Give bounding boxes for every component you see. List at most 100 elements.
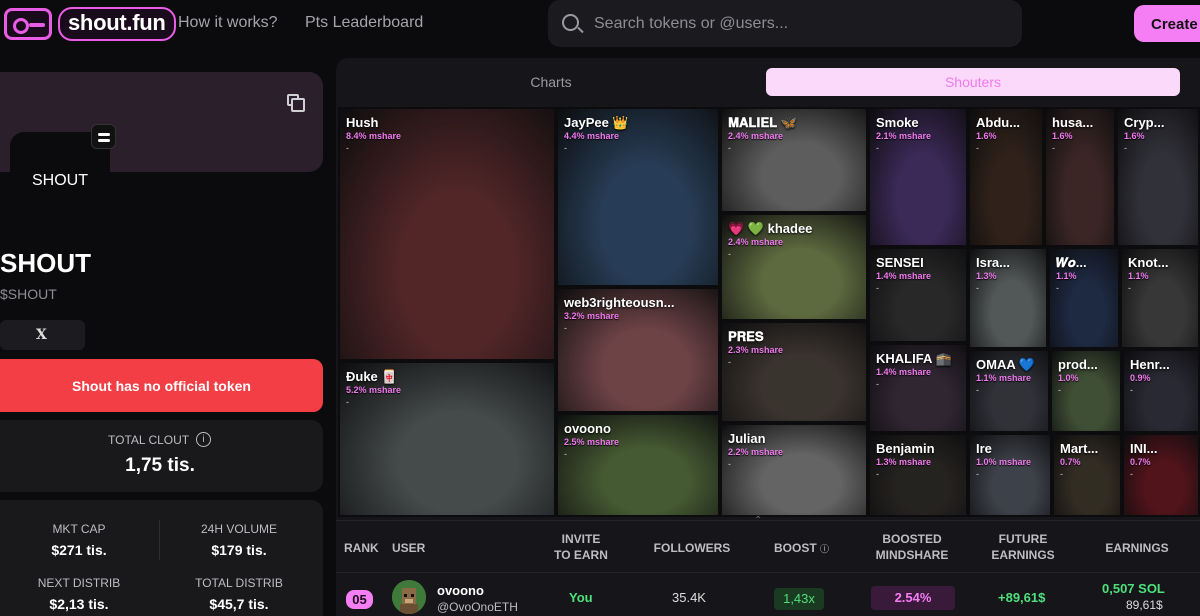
stat-value: $271 tis. [51, 542, 107, 558]
shouter-name: 𝑾𝒐... [1056, 255, 1087, 270]
shouter-subtext: - [976, 469, 979, 479]
shouter-tile[interactable]: Hush 8.4% mshare - [338, 107, 556, 361]
shouter-tile[interactable]: OMAA 💙 1.1% mshare - [968, 349, 1050, 433]
shouter-name: web3righteousn... [564, 295, 675, 310]
shout-badge-icon [91, 124, 116, 149]
shouter-mindshare: 1.4% mshare [876, 367, 932, 377]
stat-divider [159, 520, 160, 560]
shouter-tile[interactable]: Isra... 1.3% - [968, 247, 1048, 349]
token-name: SHOUT [0, 248, 91, 278]
shouter-tile[interactable]: SENSEI 1.4% mshare - [868, 247, 968, 343]
create-button[interactable]: Create C [1134, 5, 1200, 42]
shouter-subtext: - [1056, 283, 1059, 293]
shouter-name: Đuke 🀄 [346, 369, 398, 384]
shouter-subtext: - [564, 449, 567, 459]
shouter-tile[interactable]: Smoke 2.1% mshare - [868, 107, 968, 247]
col-user: USER [392, 541, 426, 555]
shouter-tile[interactable]: 💗 💚 khadee 2.4% mshare - [720, 213, 868, 321]
nav-how-it-works[interactable]: How it works? [178, 14, 278, 32]
stat-label: MKT CAP [52, 522, 106, 536]
avatar[interactable] [392, 580, 426, 614]
rank-badge: 05 [346, 590, 373, 609]
shouter-name: 𝐏𝐑𝐄𝐒 [728, 329, 764, 344]
shouter-subtext: - [728, 357, 731, 367]
search-icon [562, 14, 579, 31]
shouter-mindshare: 2.2% mshare [728, 447, 784, 457]
shouter-tile[interactable]: Đuke 🀄 5.2% mshare - [338, 361, 556, 517]
info-icon[interactable]: i [196, 432, 211, 447]
shouter-name: KHALIFA 🕋 [876, 351, 952, 366]
shouter-mindshare: 0.7% [1130, 457, 1151, 467]
shouter-mindshare: 1.6% [1124, 131, 1145, 141]
stat-label: 24H VOLUME [200, 522, 278, 536]
shouter-tile[interactable]: 𝑾𝒐... 1.1% - [1048, 247, 1120, 349]
shouter-name: Knot... [1128, 255, 1169, 270]
col-future-earnings: FUTURE EARNINGS [986, 531, 1060, 563]
shouter-subtext: - [876, 283, 879, 293]
row-user-name[interactable]: ovoono [437, 583, 484, 598]
row-user-handle[interactable]: @OvoOnoETH [437, 600, 518, 614]
shouter-tile[interactable]: 𝐏𝐑𝐄𝐒 2.3% mshare - [720, 321, 868, 423]
avatar-label: SHOUT [32, 172, 88, 189]
shouter-mindshare: 0.9% [1130, 373, 1151, 383]
shouter-mindshare: 1.3% mshare [876, 457, 932, 467]
col-boosted-line2: MINDSHARE [875, 548, 949, 562]
copy-icon[interactable] [287, 94, 305, 112]
shouter-tile[interactable]: Ire 1.0% mshare - [968, 433, 1052, 517]
shouter-subtext: - [976, 283, 979, 293]
shouter-tile[interactable]: Henr... 0.9% - [1122, 349, 1200, 433]
col-future-line1: FUTURE [998, 532, 1048, 546]
shouter-subtext: - [1130, 469, 1133, 479]
shouter-mindshare: 2.3% mshare [728, 345, 784, 355]
shouter-name: husa... [1052, 115, 1094, 130]
shouter-mindshare: 1.3% [976, 271, 997, 281]
shouter-tile[interactable]: JayPee 👑 4.4% mshare - [556, 107, 720, 287]
shouter-mindshare: 1.0% mshare [976, 457, 1032, 467]
col-rank: RANK [344, 541, 379, 555]
shouter-tile[interactable]: web3righteousn... 3.2% mshare - [556, 287, 720, 413]
no-official-token-notice[interactable]: Shout has no official token [0, 359, 323, 412]
shouter-tile[interactable]: INI... 0.7% - [1122, 433, 1200, 517]
shouter-subtext: - [976, 143, 979, 153]
shouter-subtext: - [728, 249, 731, 259]
shouter-mindshare: 2.1% mshare [876, 131, 932, 141]
shouter-tile[interactable]: Abdu... 1.6% - [968, 107, 1044, 247]
shouter-tile[interactable]: Benjamin 1.3% mshare - [868, 433, 968, 517]
shouter-tile[interactable]: Cryp... 1.6% - [1116, 107, 1200, 247]
shouter-name: JayPee 👑 [564, 115, 629, 130]
shouter-tile[interactable]: ovoono 2.5% mshare - [556, 413, 720, 517]
shouter-subtext: - [1130, 385, 1133, 395]
shouter-tile[interactable]: Knot... 1.1% - [1120, 247, 1200, 349]
shouter-subtext: - [564, 143, 567, 153]
shouter-subtext: - [1058, 385, 1061, 395]
nav-pts-leaderboard[interactable]: Pts Leaderboard [305, 14, 423, 32]
shouter-mindshare: 8.4% mshare [346, 131, 402, 141]
row-earnings-usd: 89,61$ [1126, 598, 1163, 612]
stat-value: $45,7 tis. [209, 596, 269, 612]
shouter-mindshare: 1.1% mshare [976, 373, 1032, 383]
shouter-tile[interactable]: KHALIFA 🕋 1.4% mshare - [868, 343, 968, 433]
row-future-earnings: +89,61$ [998, 590, 1046, 605]
shouter-tile[interactable]: Mart... 0.7% - [1052, 433, 1122, 517]
tab-shouters[interactable]: Shouters [766, 68, 1180, 96]
shouter-tile[interactable]: prod... 1.0% - [1050, 349, 1122, 433]
shouter-subtext: - [1124, 143, 1127, 153]
x-link-button[interactable]: X [0, 320, 85, 350]
shouter-tile[interactable]: husa... 1.6% - [1044, 107, 1116, 247]
shouter-mindshare: 1.0% [1058, 373, 1079, 383]
shouter-name: OMAA 💙 [976, 357, 1036, 372]
row-invite[interactable]: You [569, 590, 593, 605]
table-row[interactable]: 05 ovoono @OvoOnoETH You 35.4K 1,43x 2.5… [336, 572, 1200, 616]
brand-logo[interactable]: shout.fun [4, 7, 176, 41]
tab-charts[interactable]: Charts [336, 68, 766, 96]
shouter-mindshare: 1.6% [976, 131, 997, 141]
shouter-name: Henr... [1130, 357, 1170, 372]
shouter-tile[interactable]: Julian 2.2% mshare - [720, 423, 868, 517]
search-box[interactable] [548, 0, 1022, 47]
search-input[interactable] [594, 0, 1014, 47]
stat-mkt-cap: MKT CAP $271 tis. [0, 522, 158, 558]
row-boost: 1,43x [774, 588, 824, 610]
col-followers: FOLLOWERS [653, 541, 731, 555]
info-icon[interactable]: ⓘ [820, 544, 829, 554]
shouter-tile[interactable]: 𝐌𝐀𝐋𝐈𝐄𝐋 🦋 2.4% mshare - [720, 107, 868, 213]
